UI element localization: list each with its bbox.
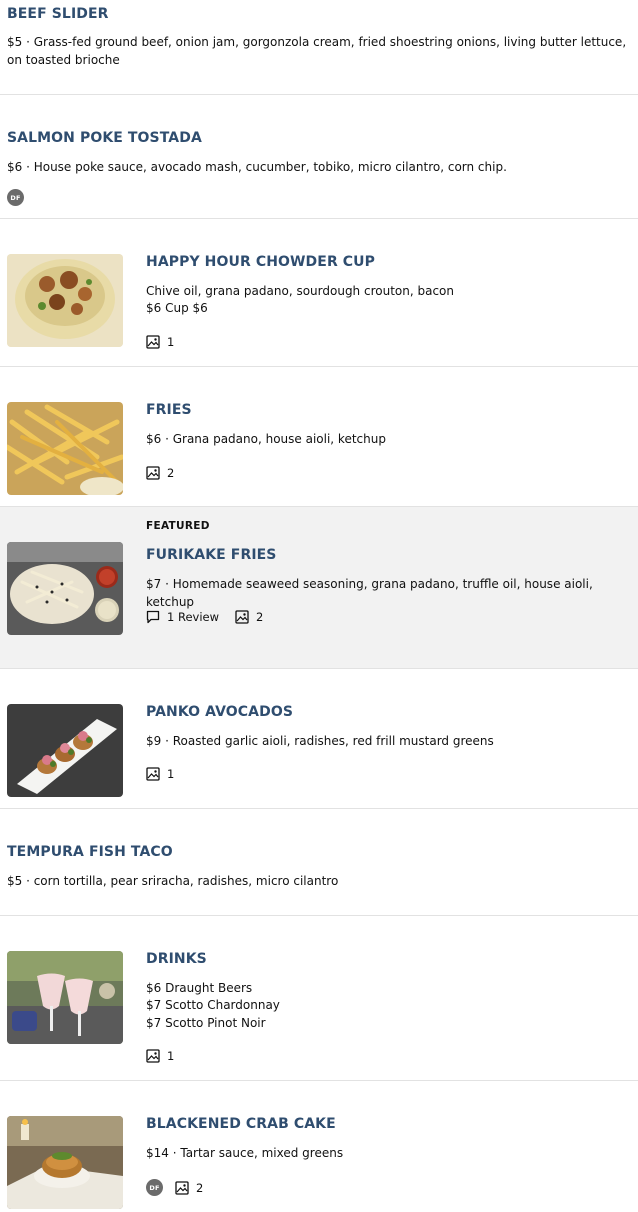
menu-item-blackened-crab-cake[interactable]: BLACKENED CRAB CAKE $14 · Tartar sauce, … — [0, 1081, 638, 1212]
menu-item-drinks[interactable]: DRINKS $6 Draught Beers $7 Scotto Chardo… — [0, 916, 638, 1081]
menu-item-panko-avocados[interactable]: PANKO AVOCADOS $9 · Roasted garlic aioli… — [0, 669, 638, 809]
item-description-line: $6 Draught Beers — [146, 981, 253, 995]
menu-item-fries[interactable]: FRIES $6 · Grana padano, house aioli, ke… — [0, 367, 638, 507]
item-title[interactable]: SALMON POKE TOSTADA — [7, 130, 202, 146]
photo-count[interactable]: 2 — [256, 610, 263, 624]
item-title[interactable]: FURIKAKE FRIES — [146, 547, 277, 563]
item-title[interactable]: BLACKENED CRAB CAKE — [146, 1116, 336, 1132]
item-description-line: $6 Cup $6 — [146, 301, 208, 315]
dairy-free-badge: DF — [146, 1179, 163, 1196]
item-photo[interactable] — [7, 704, 123, 797]
item-meta: 1 — [146, 335, 190, 349]
photo-count[interactable]: 1 — [167, 335, 174, 349]
image-icon[interactable] — [146, 335, 160, 349]
image-icon[interactable] — [146, 466, 160, 480]
item-description: $7 · Homemade seaweed seasoning, grana p… — [146, 577, 593, 609]
review-count[interactable]: 1 Review — [167, 610, 219, 624]
menu-item-salmon-poke-tostada[interactable]: SALMON POKE TOSTADA $6 · House poke sauc… — [0, 95, 638, 219]
item-meta: 1 — [146, 1049, 190, 1063]
item-meta: 2 — [146, 466, 190, 480]
item-photo[interactable] — [7, 254, 123, 347]
item-description: $6 · Grana padano, house aioli, ketchup — [146, 432, 386, 446]
photo-count[interactable]: 1 — [167, 767, 174, 781]
menu-item-happy-hour-chowder-cup[interactable]: HAPPY HOUR CHOWDER CUP Chive oil, grana … — [0, 219, 638, 367]
menu-list: BEEF SLIDER $5 · Grass-fed ground beef, … — [0, 0, 638, 1212]
item-description: $6 · House poke sauce, avocado mash, cuc… — [7, 160, 507, 174]
image-icon[interactable] — [175, 1180, 189, 1195]
item-title[interactable]: BEEF SLIDER — [7, 6, 109, 22]
item-description: $5 · Grass-fed ground beef, onion jam, g… — [7, 35, 627, 67]
item-meta: 1 Review 2 — [146, 610, 279, 624]
menu-item-furikake-fries[interactable]: FEATURED FURIKAKE FRIES $7 · Homemade se… — [0, 507, 638, 669]
featured-label: FEATURED — [146, 520, 210, 532]
item-title[interactable]: PANKO AVOCADOS — [146, 704, 293, 720]
item-photo[interactable] — [7, 402, 123, 495]
item-photo[interactable] — [7, 1116, 123, 1209]
photo-count[interactable]: 1 — [167, 1049, 174, 1063]
item-meta: DF 2 — [146, 1179, 219, 1196]
item-photo[interactable] — [7, 951, 123, 1044]
photo-count[interactable]: 2 — [167, 466, 174, 480]
image-icon[interactable] — [235, 610, 249, 624]
item-description-line: Chive oil, grana padano, sourdough crout… — [146, 284, 454, 298]
item-title[interactable]: FRIES — [146, 402, 192, 418]
item-title[interactable]: HAPPY HOUR CHOWDER CUP — [146, 254, 375, 270]
item-photo[interactable] — [7, 542, 123, 635]
menu-item-tempura-fish-taco[interactable]: TEMPURA FISH TACO $5 · corn tortilla, pe… — [0, 809, 638, 916]
item-meta: 1 — [146, 767, 190, 781]
image-icon[interactable] — [146, 1049, 160, 1063]
menu-item-beef-slider[interactable]: BEEF SLIDER $5 · Grass-fed ground beef, … — [0, 0, 638, 95]
photo-count[interactable]: 2 — [196, 1181, 203, 1195]
item-description-line: $7 Scotto Pinot Noir — [146, 1016, 266, 1030]
item-title[interactable]: TEMPURA FISH TACO — [7, 844, 173, 860]
item-description-line: $7 Scotto Chardonnay — [146, 998, 280, 1012]
item-title[interactable]: DRINKS — [146, 951, 207, 967]
item-description: $5 · corn tortilla, pear sriracha, radis… — [7, 874, 339, 888]
dairy-free-badge: DF — [7, 189, 24, 206]
item-description: $9 · Roasted garlic aioli, radishes, red… — [146, 734, 494, 748]
item-description: $14 · Tartar sauce, mixed greens — [146, 1146, 344, 1160]
image-icon[interactable] — [146, 767, 160, 781]
comment-icon[interactable] — [146, 610, 160, 624]
